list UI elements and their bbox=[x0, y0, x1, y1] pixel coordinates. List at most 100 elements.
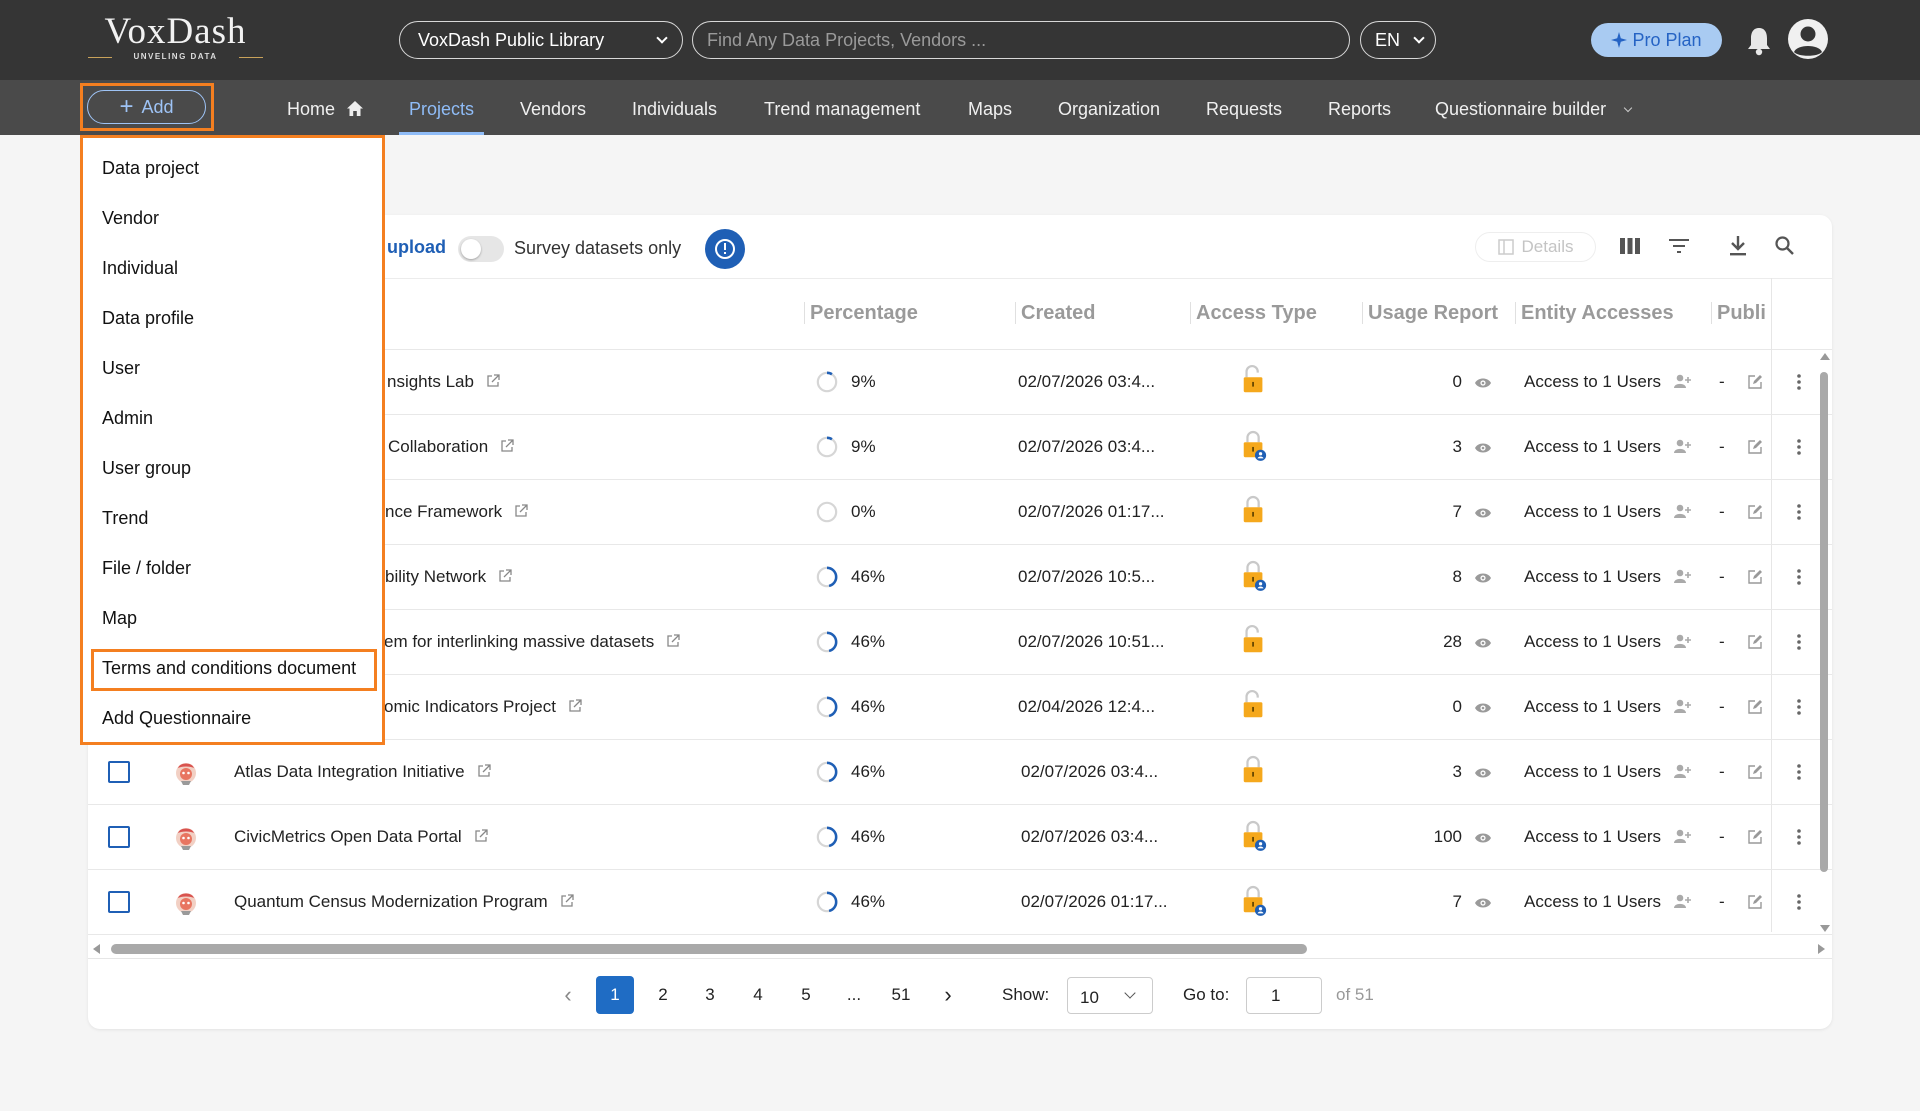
more-actions-icon[interactable] bbox=[1797, 893, 1801, 911]
menu-item-map[interactable]: Map bbox=[102, 608, 137, 629]
user-add-icon[interactable] bbox=[1673, 763, 1691, 779]
project-name-cell[interactable]: bility Network bbox=[385, 567, 512, 587]
external-link-icon[interactable] bbox=[560, 894, 574, 908]
row-actions[interactable] bbox=[1797, 438, 1801, 461]
nav-requests[interactable]: Requests bbox=[1206, 80, 1282, 135]
col-percentage[interactable]: Percentage bbox=[804, 290, 1004, 335]
filter-icon[interactable] bbox=[1669, 239, 1689, 253]
menu-item-file-folder[interactable]: File / folder bbox=[102, 558, 191, 579]
edit-icon[interactable] bbox=[1747, 569, 1763, 585]
vertical-scroll-thumb[interactable] bbox=[1820, 372, 1828, 872]
more-actions-icon[interactable] bbox=[1797, 373, 1801, 391]
page-2[interactable]: 2 bbox=[644, 976, 682, 1014]
external-link-icon[interactable] bbox=[568, 699, 582, 713]
more-actions-icon[interactable] bbox=[1797, 763, 1801, 781]
access-type-cell[interactable] bbox=[1240, 494, 1268, 533]
more-actions-icon[interactable] bbox=[1797, 438, 1801, 456]
more-actions-icon[interactable] bbox=[1797, 503, 1801, 521]
entity-access-cell[interactable]: Access to 1 Users bbox=[1524, 437, 1691, 457]
project-name-cell[interactable]: Collaboration bbox=[388, 437, 514, 457]
project-name-cell[interactable]: CivicMetrics Open Data Portal bbox=[234, 827, 488, 847]
entity-access-cell[interactable]: Access to 1 Users bbox=[1524, 632, 1691, 652]
usage-report-view[interactable] bbox=[1466, 766, 1492, 784]
entity-access-cell[interactable]: Access to 1 Users bbox=[1524, 827, 1691, 847]
edit-publish[interactable] bbox=[1747, 439, 1763, 460]
external-link-icon[interactable] bbox=[474, 829, 488, 843]
menu-item-user-group[interactable]: User group bbox=[102, 458, 191, 479]
user-add-icon[interactable] bbox=[1673, 698, 1691, 714]
table-row[interactable]: CivicMetrics Open Data Portal 46% 02/07/20… bbox=[88, 805, 1832, 870]
more-actions-icon[interactable] bbox=[1797, 633, 1801, 651]
menu-item-add-questionnaire[interactable]: Add Questionnaire bbox=[102, 708, 251, 729]
scroll-down-arrow[interactable] bbox=[1820, 925, 1830, 932]
access-type-cell[interactable] bbox=[1240, 754, 1268, 793]
menu-item-vendor[interactable]: Vendor bbox=[102, 208, 159, 229]
access-type-cell[interactable] bbox=[1240, 884, 1268, 923]
usage-report-view[interactable] bbox=[1466, 571, 1492, 589]
page-4[interactable]: 4 bbox=[739, 976, 777, 1014]
access-type-cell[interactable] bbox=[1240, 429, 1268, 468]
col-publi[interactable]: Publi bbox=[1711, 290, 1771, 335]
eye-icon[interactable] bbox=[1474, 702, 1492, 714]
user-add-icon[interactable] bbox=[1673, 568, 1691, 584]
edit-icon[interactable] bbox=[1747, 829, 1763, 845]
user-add-icon[interactable] bbox=[1673, 503, 1691, 519]
usage-report-view[interactable] bbox=[1466, 701, 1492, 719]
usage-report-view[interactable] bbox=[1466, 506, 1492, 524]
entity-access-cell[interactable]: Access to 1 Users bbox=[1524, 762, 1691, 782]
row-actions[interactable] bbox=[1797, 373, 1801, 396]
nav-individuals[interactable]: Individuals bbox=[632, 80, 717, 135]
external-link-icon[interactable] bbox=[666, 634, 680, 648]
user-add-icon[interactable] bbox=[1673, 633, 1691, 649]
menu-item-individual[interactable]: Individual bbox=[102, 258, 178, 279]
nav-home[interactable]: Home bbox=[287, 80, 364, 135]
details-button[interactable]: Details bbox=[1475, 232, 1596, 262]
nav-vendors[interactable]: Vendors bbox=[520, 80, 586, 135]
row-checkbox[interactable] bbox=[108, 891, 130, 913]
user-avatar-icon[interactable] bbox=[1787, 18, 1829, 60]
more-actions-icon[interactable] bbox=[1797, 828, 1801, 846]
access-type-cell[interactable] bbox=[1240, 819, 1268, 858]
edit-publish[interactable] bbox=[1747, 764, 1763, 785]
row-actions[interactable] bbox=[1797, 763, 1801, 786]
row-actions[interactable] bbox=[1797, 503, 1801, 526]
nav-questionnaire-builder[interactable]: Questionnaire builder bbox=[1435, 80, 1633, 135]
pro-plan-button[interactable]: Pro Plan bbox=[1591, 23, 1722, 57]
prev-page-icon[interactable]: ‹ bbox=[556, 983, 580, 1007]
horizontal-scroll-thumb[interactable] bbox=[111, 944, 1307, 954]
row-actions[interactable] bbox=[1797, 698, 1801, 721]
col-usage-report[interactable]: Usage Report bbox=[1362, 290, 1512, 335]
project-name-cell[interactable]: nce Framework bbox=[385, 502, 528, 522]
scroll-right-arrow[interactable] bbox=[1818, 944, 1825, 954]
usage-report-view[interactable] bbox=[1466, 441, 1492, 459]
edit-publish[interactable] bbox=[1747, 634, 1763, 655]
scroll-left-arrow[interactable] bbox=[93, 944, 100, 954]
nav-projects[interactable]: Projects bbox=[399, 80, 485, 135]
eye-icon[interactable] bbox=[1474, 637, 1492, 649]
entity-access-cell[interactable]: Access to 1 Users bbox=[1524, 892, 1691, 912]
menu-item-trend[interactable]: Trend bbox=[102, 508, 148, 529]
project-name-cell[interactable]: Quantum Census Modernization Program bbox=[234, 892, 574, 912]
user-add-icon[interactable] bbox=[1673, 828, 1691, 844]
search-icon[interactable] bbox=[1775, 236, 1794, 255]
external-link-icon[interactable] bbox=[500, 439, 514, 453]
upload-link[interactable]: upload bbox=[387, 237, 446, 258]
external-link-icon[interactable] bbox=[486, 374, 500, 388]
usage-report-view[interactable] bbox=[1466, 896, 1492, 914]
project-name-cell[interactable]: nsights Lab bbox=[387, 372, 500, 392]
row-actions[interactable] bbox=[1797, 828, 1801, 851]
edit-publish[interactable] bbox=[1747, 699, 1763, 720]
eye-icon[interactable] bbox=[1474, 767, 1492, 779]
col-created[interactable]: Created bbox=[1015, 290, 1185, 335]
search-input[interactable]: Find Any Data Projects, Vendors ... bbox=[692, 21, 1350, 59]
edit-publish[interactable] bbox=[1747, 374, 1763, 395]
nav-reports[interactable]: Reports bbox=[1328, 80, 1391, 135]
external-link-icon[interactable] bbox=[477, 764, 491, 778]
more-actions-icon[interactable] bbox=[1797, 698, 1801, 716]
vertical-scrollbar[interactable] bbox=[1820, 353, 1830, 938]
horizontal-scrollbar[interactable] bbox=[93, 943, 1826, 955]
nav-organization[interactable]: Organization bbox=[1058, 80, 1160, 135]
edit-icon[interactable] bbox=[1747, 374, 1763, 390]
col-entity-accesses[interactable]: Entity Accesses bbox=[1515, 290, 1705, 335]
edit-publish[interactable] bbox=[1747, 504, 1763, 525]
